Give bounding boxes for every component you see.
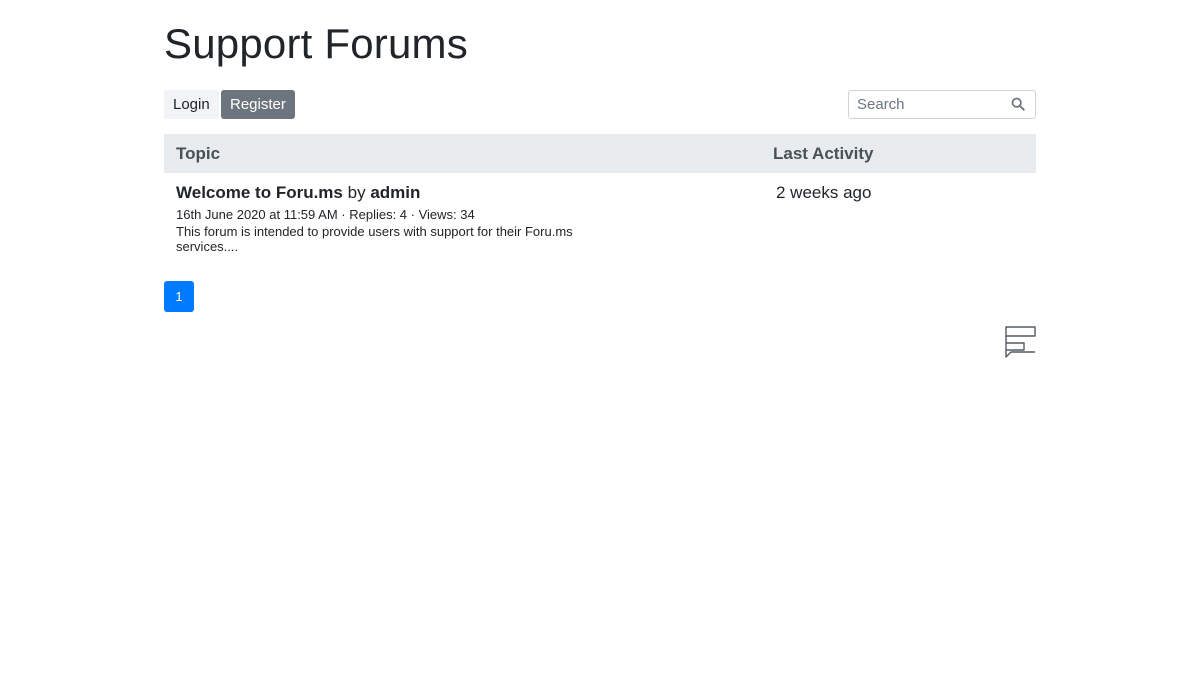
- table-row: Welcome to Foru.ms by admin 16th June 20…: [164, 173, 1036, 263]
- search-icon[interactable]: [1011, 97, 1025, 111]
- column-header-topic: Topic: [176, 144, 221, 163]
- topic-table: Topic Last Activity Welcome to Foru.ms b…: [164, 134, 1036, 263]
- topic-author-link[interactable]: admin: [370, 183, 420, 202]
- login-button[interactable]: Login: [164, 90, 219, 119]
- forum-logo-icon[interactable]: [1005, 326, 1036, 358]
- topic-meta: 16th June 2020 at 11:59 AM · Replies: 4 …: [176, 207, 475, 222]
- register-button[interactable]: Register: [221, 90, 295, 119]
- topic-title-line: Welcome to Foru.ms by admin: [176, 182, 596, 204]
- toolbar: Login Register: [164, 90, 1036, 120]
- topic-cell: Welcome to Foru.ms by admin 16th June 20…: [176, 182, 596, 254]
- last-activity-value: 2 weeks ago: [776, 183, 872, 202]
- column-header-last-activity: Last Activity: [773, 144, 874, 163]
- topic-title-link[interactable]: Welcome to Foru.ms: [176, 183, 343, 202]
- page-link-1[interactable]: 1: [164, 281, 194, 312]
- table-header: Topic Last Activity: [164, 134, 1036, 173]
- topic-excerpt: This forum is intended to provide users …: [176, 224, 573, 254]
- pagination: 1: [164, 281, 194, 312]
- search-box: [848, 90, 1036, 119]
- search-input[interactable]: [849, 91, 1007, 118]
- page-title: Support Forums: [164, 20, 468, 67]
- topic-by-label: by: [347, 183, 366, 202]
